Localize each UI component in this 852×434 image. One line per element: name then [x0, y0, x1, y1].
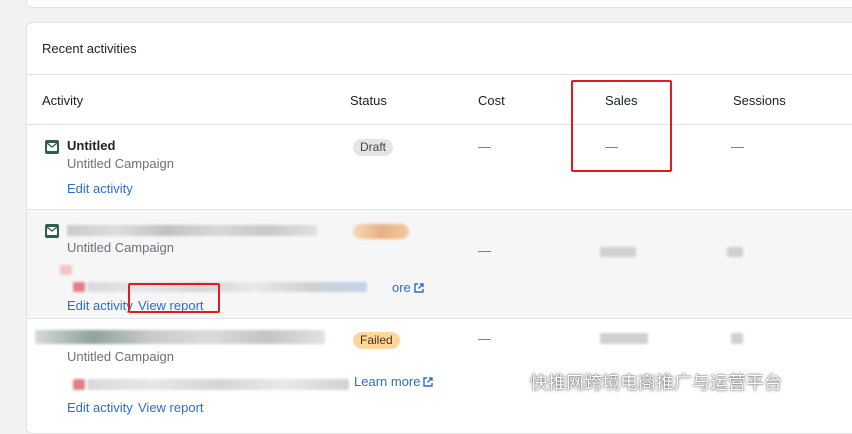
redacted-activity-name: [67, 225, 317, 236]
view-report-link[interactable]: View report: [138, 298, 204, 313]
status-badge: Draft: [353, 139, 394, 156]
learn-more-link[interactable]: Learn more: [354, 374, 434, 389]
redacted-sessions-value: [731, 333, 743, 344]
cost-value: —: [478, 139, 491, 154]
redacted-description: [87, 379, 349, 390]
card-title: Recent activities: [42, 41, 137, 56]
column-header-cost: Cost: [478, 93, 505, 108]
activity-subtitle: Untitled Campaign: [67, 349, 174, 364]
divider: [27, 74, 852, 75]
redacted-sessions-value: [727, 247, 743, 257]
divider: [27, 318, 852, 319]
redacted-status-badge: [353, 224, 409, 239]
view-report-link[interactable]: View report: [138, 400, 204, 415]
divider: [27, 124, 852, 125]
email-campaign-icon: [45, 140, 59, 154]
activity-subtitle: Untitled Campaign: [67, 156, 174, 171]
redacted-sales-value: [600, 333, 648, 344]
column-header-sessions: Sessions: [733, 93, 786, 108]
redacted-icon: [60, 265, 72, 275]
previous-card: [26, 0, 852, 8]
cost-value: —: [478, 331, 491, 346]
redacted-icon: [73, 379, 85, 390]
cost-value: —: [478, 243, 491, 258]
column-header-activity: Activity: [42, 93, 84, 108]
redacted-activity-name: [35, 330, 325, 344]
email-campaign-icon: [45, 224, 59, 238]
redacted-icon: [73, 282, 85, 292]
wechat-logo-icon: [499, 372, 523, 389]
external-link-icon: [423, 377, 434, 387]
edit-activity-link[interactable]: Edit activity: [67, 298, 133, 313]
redacted-sales-value: [600, 247, 636, 257]
sessions-value: —: [731, 139, 744, 154]
activity-name[interactable]: Untitled: [67, 138, 115, 153]
edit-activity-link[interactable]: Edit activity: [67, 181, 133, 196]
edit-activity-link[interactable]: Edit activity: [67, 400, 133, 415]
watermark-text: 快推网跨境电商推广与运营平台: [530, 373, 782, 393]
status-badge: Failed: [353, 332, 400, 349]
column-header-status: Status: [350, 93, 387, 108]
external-link-icon: [414, 283, 424, 293]
redacted-description: [87, 282, 367, 292]
activity-subtitle: Untitled Campaign: [67, 240, 174, 255]
sales-value: —: [605, 139, 618, 154]
table-row[interactable]: Untitled Campaign ore Edit activity View…: [27, 210, 852, 318]
learn-more-link[interactable]: ore: [392, 280, 424, 295]
column-header-sales: Sales: [605, 93, 638, 108]
